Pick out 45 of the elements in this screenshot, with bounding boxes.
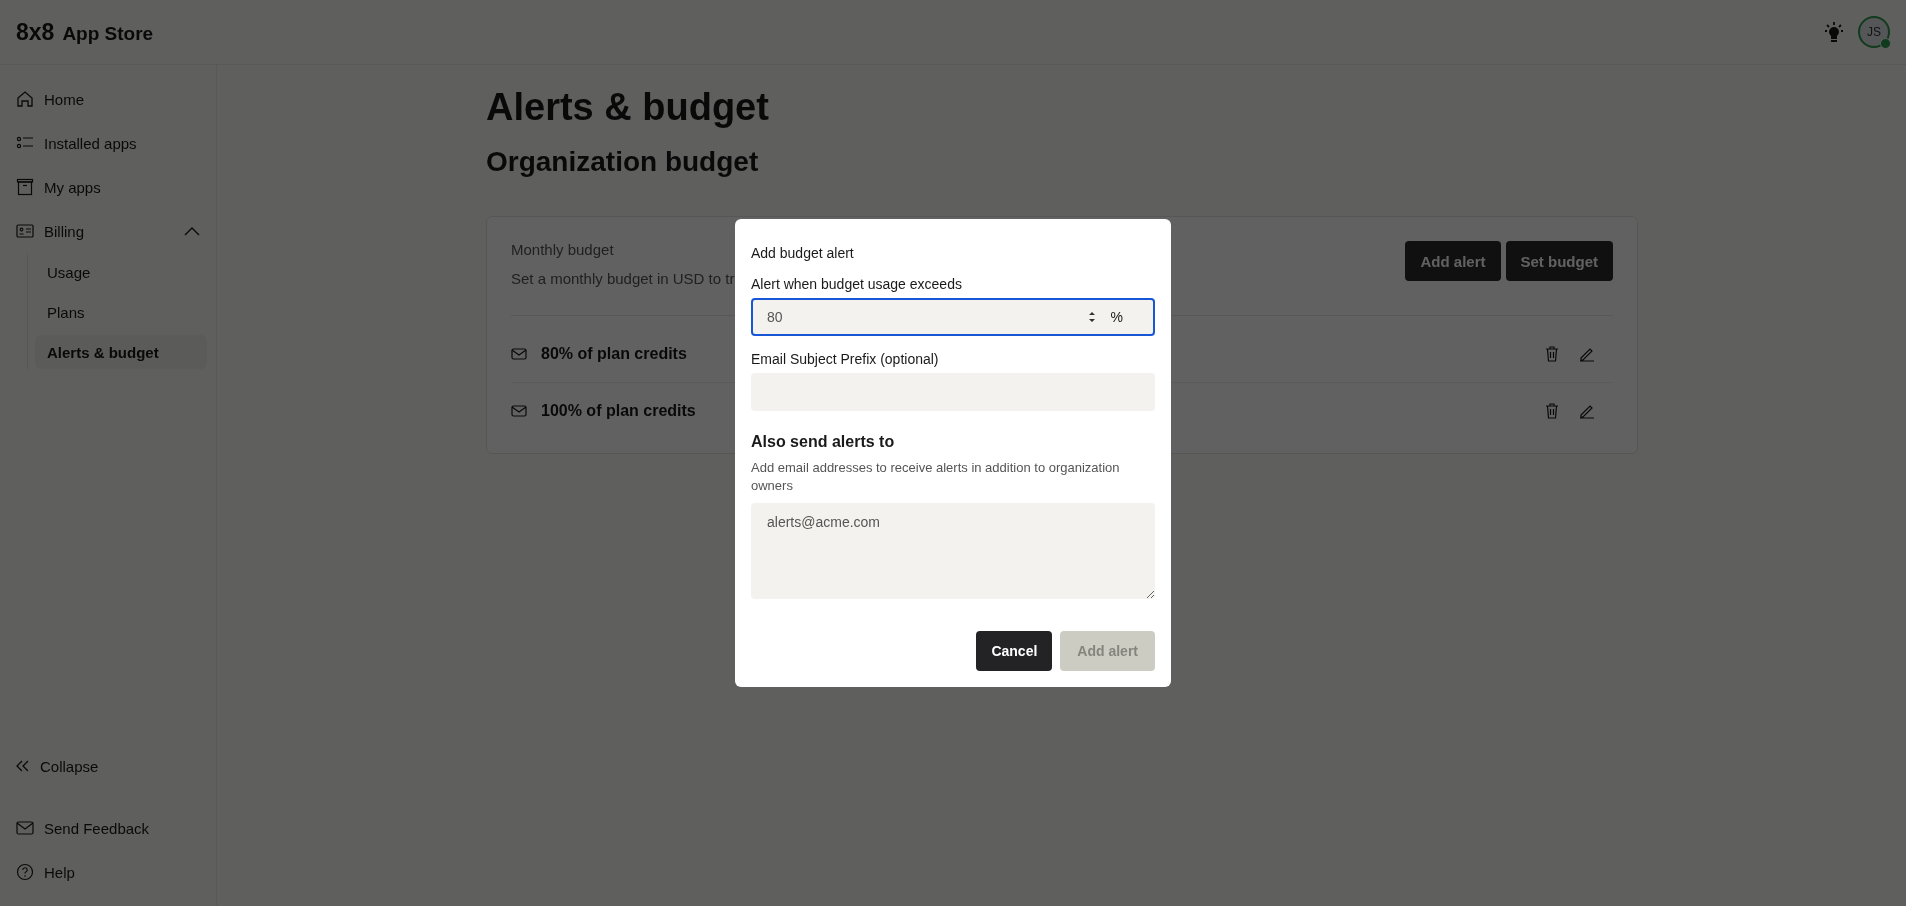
help-icon [16, 863, 34, 881]
field-label: Alert when budget usage exceeds [751, 276, 963, 292]
card-heading: Monthly budget [511, 241, 615, 259]
sidebar-subitem[interactable]: Usage [35, 255, 207, 289]
app-name: App Store [62, 22, 154, 45]
section-heading: Also send alerts to [751, 433, 896, 451]
alert-label: 80% of plan credits [541, 345, 687, 364]
unit-label: % [1110, 309, 1123, 325]
spinner-icon[interactable] [1087, 310, 1097, 324]
card-button[interactable]: Add alert [1405, 241, 1501, 282]
sidebar-subitem[interactable]: Plans [35, 295, 207, 329]
status-check-icon [1880, 38, 1891, 49]
sidebar-link[interactable]: Help [0, 850, 216, 894]
chevron-up-icon[interactable] [184, 226, 200, 236]
sidebar-link[interactable]: Send Feedback [0, 806, 216, 850]
section-title: Organization budget [486, 146, 760, 179]
card-button[interactable]: Set budget [1505, 241, 1613, 282]
collapse-button[interactable]: Collapse [0, 744, 216, 788]
dialog-title: Add budget alert [751, 245, 855, 261]
pencil-icon[interactable] [1579, 403, 1595, 420]
section-description: Add email addresses to receive alerts in addition to organization owners [751, 459, 1121, 495]
sidebar-item[interactable]: Billing [0, 209, 216, 253]
pencil-icon[interactable] [1579, 346, 1595, 363]
sidebar-subitem[interactable]: Alerts & budget [35, 335, 207, 369]
alert-label: 100% of plan credits [541, 402, 696, 421]
home-icon [16, 90, 34, 108]
user-avatar[interactable]: JS [1858, 16, 1890, 48]
page-title: Alerts & budget [486, 85, 770, 130]
field-label: Email Subject Prefix (optional) [751, 351, 940, 367]
lightbulb-icon[interactable] [1824, 21, 1844, 43]
id-card-icon [16, 222, 34, 240]
envelope-icon [511, 405, 527, 418]
envelope-icon [511, 348, 527, 361]
cancel-button[interactable]: Cancel [976, 631, 1053, 671]
card-description: Set a monthly budget in USD to tr [511, 270, 735, 288]
envelope-icon [16, 821, 34, 835]
trash-icon[interactable] [1545, 403, 1559, 420]
logo-mark: 8x8 [16, 18, 55, 46]
sidebar-item[interactable]: My apps [0, 165, 216, 209]
sidebar-item[interactable]: Installed apps [0, 121, 216, 165]
sidebar-item[interactable]: Home [0, 77, 216, 121]
trash-icon[interactable] [1545, 346, 1559, 363]
double-chevron-left-icon [16, 760, 30, 772]
email-textarea[interactable]: alerts@acme.com [751, 503, 1155, 599]
archive-icon [16, 178, 34, 196]
